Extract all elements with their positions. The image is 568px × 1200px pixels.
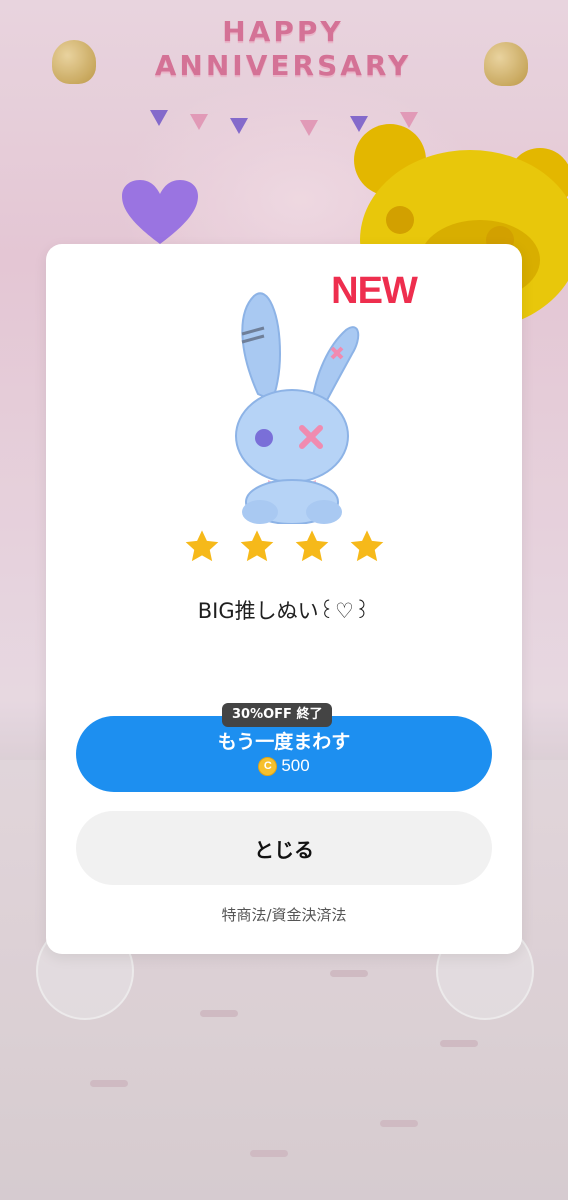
rating-stars — [46, 528, 522, 566]
bunny-plush-icon — [235, 292, 360, 524]
result-modal: NEW BIG推しぬい꒰♡꒱ 30%OFF 終了 もう一度まわす C 500 と… — [46, 244, 522, 954]
star-icon — [350, 530, 383, 562]
item-name: BIG推しぬい꒰♡꒱ — [197, 599, 371, 623]
spin-again-label: もう一度まわす — [217, 732, 351, 753]
coin-icon: C — [258, 756, 278, 776]
legal-notice-link[interactable]: 特商法/資金決済法 — [46, 904, 522, 925]
spin-again-button[interactable]: もう一度まわす C 500 — [76, 716, 492, 792]
cost-value: 500 — [281, 756, 310, 775]
discount-ended-tag: 30%OFF 終了 — [222, 703, 333, 727]
spin-cost: C 500 — [76, 756, 492, 776]
star-icon — [240, 530, 273, 562]
star-icon — [185, 530, 218, 562]
star-icon — [295, 530, 328, 562]
close-label: とじる — [254, 839, 314, 862]
close-button[interactable]: とじる — [76, 811, 492, 885]
